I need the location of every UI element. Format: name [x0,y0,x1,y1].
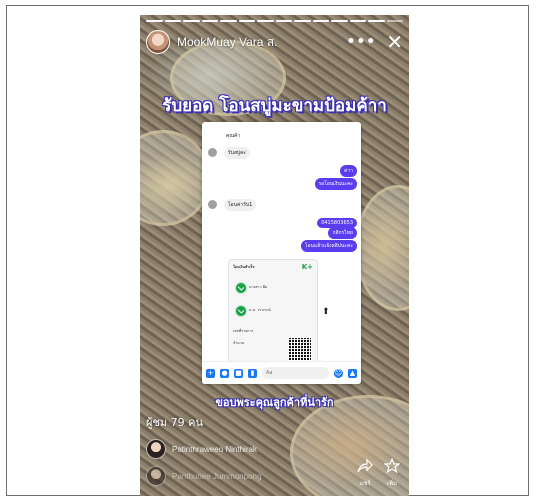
chat-message: รอโอนเงินนะคะ [314,178,357,190]
slip-amount-label: จำนวน [233,341,245,345]
add-label: เพิ่ม [387,480,397,487]
viewer-avatar [146,466,166,486]
avatar[interactable] [146,30,170,54]
messenger-input-bar: + ● ■ ▮ Aa ☺ ▲ [202,361,361,384]
viewer-avatar [146,439,166,459]
progress-segment [294,20,311,22]
story-headline: รับยอด โอนสบู่มะขามป้อมค้าา [162,96,387,116]
progress-segment [331,20,348,22]
story-progress-bar [146,20,403,22]
chat-message: กสิกรไทย [328,227,357,239]
qr-code [288,337,312,361]
chat-message: รับสบู่คะ [224,147,251,159]
progress-segment [146,20,163,22]
emoji-icon: ☺ [334,368,343,378]
viewer-name: Panthunee Jummonpong [172,471,262,481]
progress-segment [386,20,403,22]
progress-segment [257,20,274,22]
slip-from-name: นางสาว พิม [249,285,268,289]
story-username[interactable]: MookMuay Vara ส. [177,33,277,52]
progress-segment [201,20,218,22]
viewer-name: Patinthraweeo Ninthirak [172,444,257,454]
star-icon [383,457,401,474]
view-count[interactable]: ผู้ชม 79 คน [146,413,203,431]
slip-ref-label: เลขที่รายการ [233,329,254,333]
kplus-logo: K+ [301,263,313,271]
viewer-row[interactable]: Patinthraweeo Ninthirak [146,439,257,459]
chat-screenshot: คุณค้า รับสบู่คะ ค่าา รอโอนเงินนะคะ โอนค… [202,122,361,384]
chat-message: ค่าา [340,165,357,177]
more-options-icon[interactable]: ••• [346,34,376,50]
close-icon[interactable]: ✕ [386,32,403,52]
transfer-slip-image: โอนเงินสำเร็จ K+ นางสาว พิม น.ส. วราภรณ์… [228,259,318,371]
product-package-photo [140,130,211,226]
chat-top-label: คุณค้า [226,133,241,139]
share-label: แชร์ [359,480,371,487]
share-icon[interactable]: ⬆ [322,307,330,317]
chat-message: โอนค่ารับ1 [224,199,257,211]
sender-avatar [208,200,217,209]
story-viewer[interactable]: MookMuay Vara ส. ••• ✕ รับยอด โอนสบู่มะข… [140,15,409,496]
progress-segment [164,20,181,22]
progress-segment [349,20,366,22]
product-package-photo [355,185,409,311]
add-button[interactable]: เพิ่ม [381,457,403,488]
progress-segment [275,20,292,22]
bank-logo-icon [235,305,247,317]
like-icon: ▲ [348,368,357,378]
progress-segment [238,20,255,22]
sender-avatar [208,148,217,157]
story-caption: ขอบพระคุณลูกค้าที่น่ารัก [215,396,334,409]
plus-icon: + [206,368,215,378]
slip-title: โอนเงินสำเร็จ [233,265,255,269]
microphone-icon: ▮ [248,368,257,378]
message-input: Aa [262,367,329,379]
progress-segment [183,20,200,22]
story-header: MookMuay Vara ส. ••• ✕ [146,29,403,55]
slip-to-name: น.ส. วราภรณ์ [249,308,271,312]
progress-segment [368,20,385,22]
bank-logo-icon [235,282,247,294]
progress-segment [220,20,237,22]
share-arrow-icon [357,458,373,473]
share-button[interactable]: แชร์ [354,458,376,488]
progress-segment [312,20,329,22]
chat-message: โอนแล้วแจ้งสลิปนะคะ [300,240,357,252]
viewer-row[interactable]: Panthunee Jummonpong [146,466,261,486]
camera-icon: ● [220,368,229,378]
image-icon: ■ [234,368,243,378]
